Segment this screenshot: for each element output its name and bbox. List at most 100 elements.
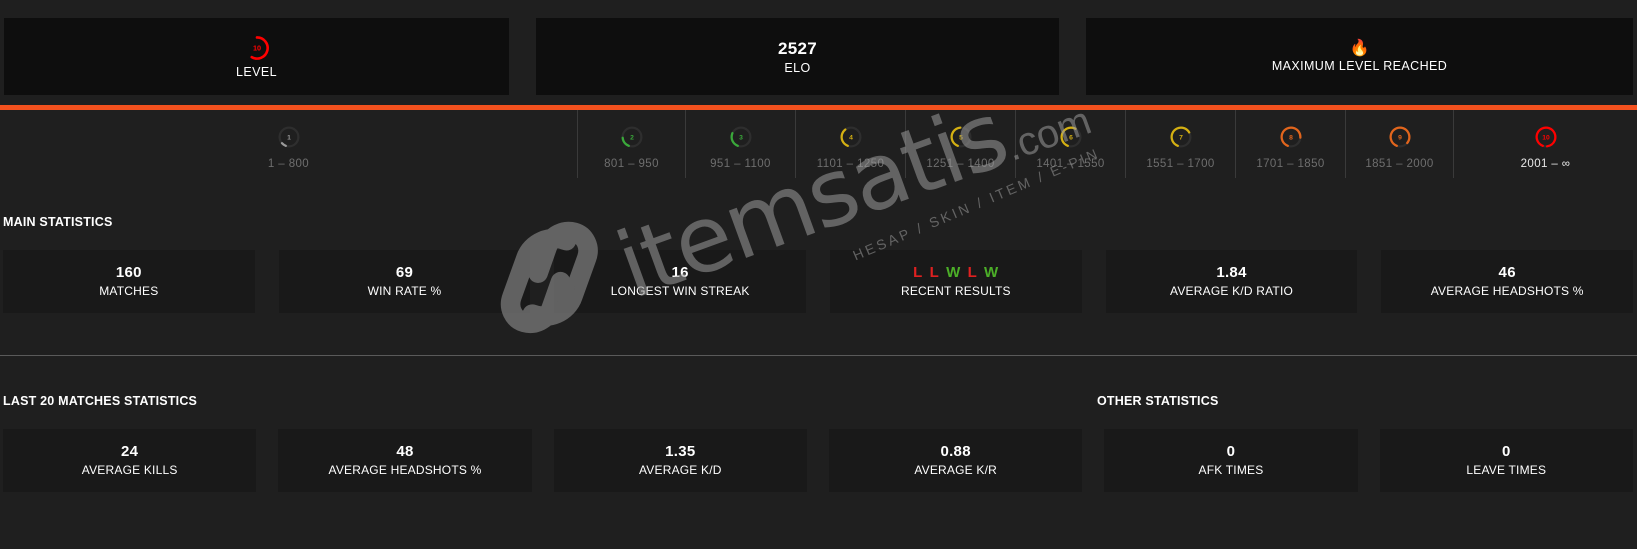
ladder-range-5: 1251 – 1400 [926, 157, 995, 170]
bottom-stat-card: 0.88 AVERAGE K/R [828, 429, 1083, 492]
stat-value: 46 [1498, 264, 1516, 282]
maximum-level-card: 🔥 MAXIMUM LEVEL REACHED [1086, 18, 1633, 95]
svg-text:4: 4 [849, 134, 853, 141]
level-7-badge-icon: 7 [1170, 126, 1191, 147]
svg-text:3: 3 [739, 134, 743, 141]
stat-label: MATCHES [99, 283, 159, 298]
ladder-segment-7[interactable]: 7 1551 – 1700 [1125, 110, 1235, 178]
stat-label: LEAVE TIMES [1466, 462, 1547, 477]
ladder-segment-8[interactable]: 8 1701 – 1850 [1235, 110, 1345, 178]
ladder-segment-1[interactable]: 1 1 – 800 [0, 110, 577, 178]
level-8-badge-icon: 8 [1280, 126, 1301, 147]
ladder-segment-10[interactable]: 10 2001 – ∞ [1453, 110, 1637, 178]
ladder-range-6: 1401 – 1550 [1036, 157, 1105, 170]
level-6-badge-icon: 6 [1060, 126, 1081, 147]
ladder-segment-5[interactable]: 5 1251 – 1400 [905, 110, 1015, 178]
stat-label: AVERAGE KILLS [81, 462, 178, 477]
main-statistics-row: 160 MATCHES 69 WIN RATE % 16 LONGEST WIN STRE… [3, 250, 1634, 313]
elo-card: 2527 ELO [536, 18, 1059, 95]
stat-label: AVERAGE K/D [638, 462, 722, 477]
stat-value: 1.35 [665, 443, 696, 461]
stat-label: AFK TIMES [1198, 462, 1264, 477]
stat-value: 1.84 [1216, 264, 1247, 282]
stat-label: AVERAGE K/R [914, 462, 997, 477]
main-stat-card: L L W L W RECENT RESULTS [830, 250, 1082, 313]
ladder-range-9: 1851 – 2000 [1365, 157, 1434, 170]
stat-label: AVERAGE HEADSHOTS % [1430, 283, 1584, 298]
ladder-range-1: 1 – 800 [267, 157, 310, 170]
level-5-badge-icon: 5 [950, 126, 971, 147]
recent-result-0: L [913, 264, 923, 282]
bottom-statistics-row: 24 AVERAGE KILLS 48 AVERAGE HEADSHOTS % 1.35… [3, 429, 1633, 492]
svg-text:2: 2 [630, 134, 634, 141]
ladder-range-3: 951 – 1100 [710, 157, 771, 170]
svg-text:6: 6 [1069, 134, 1073, 141]
level-card: 10 LEVEL [4, 18, 509, 95]
ladder-segment-3[interactable]: 3 951 – 1100 [685, 110, 795, 178]
level-9-badge-icon: 9 [1389, 126, 1410, 147]
main-stat-card: 1.84 AVERAGE K/D RATIO [1105, 250, 1358, 313]
elo-progress-bar [0, 105, 1637, 110]
stat-value: 0 [1226, 443, 1236, 461]
main-stat-card: 69 WIN RATE % [278, 250, 531, 313]
stat-value: 16 [671, 264, 689, 282]
header-cards-row: 10 LEVEL 2527 ELO 🔥 MAXIMUM LEVEL REACHE… [0, 18, 1637, 95]
recent-result-1: L [929, 264, 940, 282]
ladder-range-8: 1701 – 1850 [1256, 157, 1325, 170]
stat-label: WIN RATE % [367, 283, 442, 298]
flame-icon: 🔥 [1349, 39, 1370, 57]
ladder-segment-2[interactable]: 2 801 – 950 [577, 110, 685, 178]
elo-card-label: ELO [784, 60, 811, 75]
main-statistics-title: MAIN STATISTICS [3, 215, 113, 229]
stat-value: 24 [121, 443, 139, 461]
ladder-range-4: 1101 – 1250 [816, 157, 885, 170]
stat-label: AVERAGE HEADSHOTS % [328, 462, 482, 477]
ladder-range-10: 2001 – ∞ [1520, 157, 1571, 170]
svg-text:5: 5 [959, 134, 963, 141]
level-card-label: LEVEL [236, 64, 277, 79]
ladder-segment-4[interactable]: 4 1101 – 1250 [795, 110, 905, 178]
svg-text:1: 1 [287, 134, 291, 141]
level-4-badge-icon: 4 [840, 126, 861, 147]
section-divider [0, 355, 1637, 356]
main-stat-card: 160 MATCHES [3, 250, 255, 313]
level-1-badge-icon: 1 [278, 126, 299, 147]
last-20-matches-title: LAST 20 MATCHES STATISTICS [3, 394, 198, 408]
svg-text:10: 10 [1542, 134, 1550, 141]
level-2-badge-icon: 2 [621, 126, 642, 147]
bottom-stat-card: 0 LEAVE TIMES [1379, 429, 1633, 492]
level-ladder: 1 1 – 800 2 801 – 950 3 951 – 1100 4 1101 – 125… [0, 110, 1637, 178]
stat-value: 160 [115, 264, 142, 282]
bottom-stat-card: 1.35 AVERAGE K/D [553, 429, 807, 492]
stat-label: AVERAGE K/D RATIO [1170, 283, 1294, 298]
other-statistics-title: OTHER STATISTICS [1097, 394, 1219, 408]
stat-label: LONGEST WIN STREAK [610, 283, 750, 298]
stat-label: RECENT RESULTS [900, 283, 1011, 298]
svg-text:9: 9 [1398, 134, 1402, 141]
ladder-range-7: 1551 – 1700 [1146, 157, 1215, 170]
faceit-stats-panel: itemsatis.com HESAP / SKIN / ITEM / E-PI… [0, 0, 1637, 549]
stat-value: 69 [395, 264, 414, 282]
elo-value: 2527 [777, 38, 818, 58]
maximum-level-label: MAXIMUM LEVEL REACHED [1271, 58, 1448, 73]
stat-value: 48 [396, 443, 414, 461]
bottom-stat-card: 24 AVERAGE KILLS [3, 429, 257, 492]
ladder-segment-6[interactable]: 6 1401 – 1550 [1015, 110, 1125, 178]
stat-value: 0 [1501, 443, 1511, 461]
main-stat-card: 46 AVERAGE HEADSHOTS % [1381, 250, 1634, 313]
level-3-badge-icon: 3 [730, 126, 751, 147]
recent-results-list: LLWLW [913, 265, 998, 282]
stat-value: 0.88 [940, 443, 971, 461]
level-10-badge-icon: 10 [1535, 126, 1556, 147]
svg-text:7: 7 [1179, 134, 1183, 141]
svg-text:8: 8 [1289, 134, 1293, 141]
ladder-segment-9[interactable]: 9 1851 – 2000 [1345, 110, 1453, 178]
bottom-stat-card: 0 AFK TIMES [1104, 429, 1358, 492]
recent-result-2: W [946, 264, 961, 282]
level-10-badge-icon: 10 [249, 35, 269, 60]
recent-result-3: L [967, 264, 978, 282]
bottom-stat-card: 48 AVERAGE HEADSHOTS % [278, 429, 532, 492]
main-stat-card: 16 LONGEST WIN STREAK [554, 250, 807, 313]
level-badge-number: 10 [252, 43, 260, 52]
ladder-range-2: 801 – 950 [604, 157, 659, 170]
